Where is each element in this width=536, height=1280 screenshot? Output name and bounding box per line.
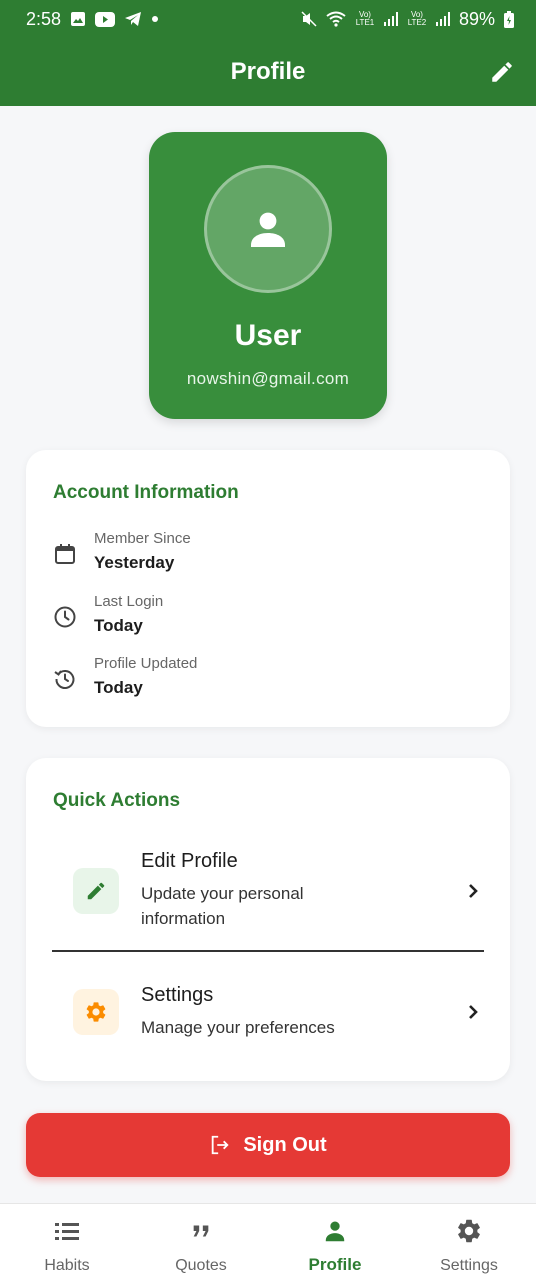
- bottom-nav: Habits Quotes Profile Settings: [0, 1203, 536, 1280]
- nav-item-profile[interactable]: Profile: [268, 1204, 402, 1280]
- notification-dot-icon: [151, 15, 159, 23]
- person-icon: [322, 1217, 348, 1245]
- account-info-title: Account Information: [53, 482, 239, 503]
- action-title: Settings: [141, 984, 214, 1006]
- status-time: 2:58: [26, 8, 62, 29]
- info-row-member-since: Member Since Yesterday: [53, 530, 191, 573]
- logout-icon: [212, 1135, 229, 1155]
- quote-icon: [190, 1217, 212, 1245]
- sim2-label: Vo) LTE2: [407, 10, 427, 27]
- nav-label: Quotes: [175, 1257, 227, 1274]
- wifi-icon: [326, 11, 346, 27]
- nav-label: Habits: [44, 1257, 90, 1274]
- sign-out-button[interactable]: Sign Out: [26, 1113, 510, 1177]
- edit-profile-action[interactable]: Edit Profile Update your personal inform…: [73, 850, 483, 931]
- info-label: Last Login: [94, 593, 164, 610]
- app-bar: Profile: [0, 38, 536, 106]
- sim1-label: Vo) LTE1: [355, 10, 375, 27]
- pencil-icon: [73, 867, 119, 914]
- telegram-icon: [124, 11, 142, 27]
- gear-icon: [73, 989, 119, 1035]
- quick-actions-title: Quick Actions: [53, 790, 181, 811]
- nav-label: Profile: [308, 1255, 362, 1274]
- account-info-card: Account Information Member Since Yesterd…: [26, 450, 510, 727]
- quick-actions-card: Quick Actions Edit Profile Update your p…: [26, 758, 510, 1081]
- info-row-profile-updated: Profile Updated Today: [53, 655, 197, 698]
- info-value: Yesterday: [94, 553, 175, 572]
- history-icon: [53, 667, 77, 691]
- avatar: [204, 165, 332, 293]
- battery-percent: 89%: [458, 8, 495, 29]
- action-subtitle: Update your personal information: [141, 884, 304, 928]
- user-name: User: [234, 319, 302, 352]
- signal-icon: [383, 12, 398, 26]
- info-value: Today: [94, 678, 143, 697]
- info-value: Today: [94, 616, 143, 635]
- youtube-icon: [95, 11, 116, 27]
- nav-label: Settings: [440, 1257, 498, 1274]
- nav-item-settings[interactable]: Settings: [402, 1204, 536, 1280]
- calendar-icon: [53, 542, 77, 566]
- profile-card: User nowshin@gmail.com: [149, 132, 387, 419]
- sign-out-label: Sign Out: [243, 1133, 327, 1156]
- nav-item-quotes[interactable]: Quotes: [134, 1204, 268, 1280]
- nav-item-habits[interactable]: Habits: [0, 1204, 134, 1280]
- mute-icon: [301, 11, 317, 27]
- chevron-right-icon: [463, 1002, 483, 1022]
- person-icon: [251, 212, 285, 247]
- page-title: Profile: [230, 58, 306, 85]
- divider: [52, 950, 484, 952]
- action-subtitle: Manage your preferences: [141, 1018, 335, 1037]
- signal-icon: [435, 12, 450, 26]
- battery-icon: [504, 10, 514, 28]
- user-email: nowshin@gmail.com: [186, 369, 350, 388]
- pencil-icon: [492, 62, 512, 82]
- chevron-right-icon: [463, 881, 483, 901]
- info-row-last-login: Last Login Today: [53, 593, 163, 636]
- clock-icon: [53, 605, 77, 629]
- gear-icon: [455, 1217, 483, 1245]
- gallery-icon: [70, 11, 86, 27]
- settings-action[interactable]: Settings Manage your preferences: [73, 984, 483, 1040]
- info-label: Member Since: [94, 530, 191, 547]
- status-bar: 2:58 Vo) LTE1 Vo) LTE2 89%: [0, 0, 536, 38]
- info-label: Profile Updated: [94, 655, 198, 672]
- edit-profile-button[interactable]: [488, 58, 516, 86]
- list-icon: [54, 1217, 80, 1245]
- action-title: Edit Profile: [141, 850, 238, 872]
